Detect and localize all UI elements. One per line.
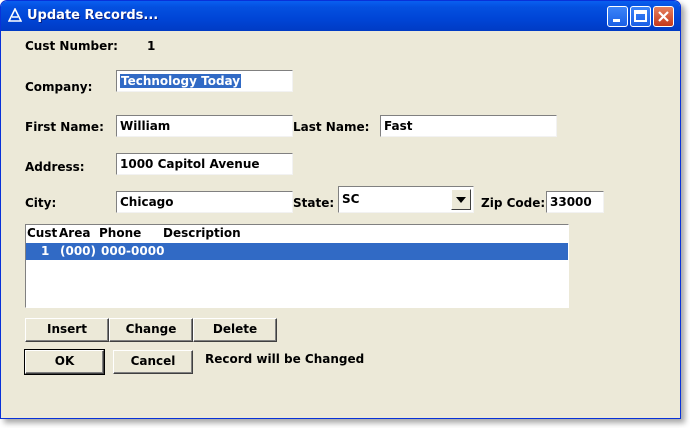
state-value: SC — [342, 192, 360, 206]
minimize-icon — [613, 19, 620, 22]
close-button[interactable] — [653, 6, 674, 27]
app-triangle-icon[interactable] — [7, 7, 23, 22]
maximize-icon — [634, 10, 647, 22]
row-cust: 1 — [41, 244, 50, 258]
company-field[interactable]: Technology Today — [116, 70, 293, 92]
list-item[interactable]: 1 (000) 000-0000 — [26, 243, 568, 260]
column-header-cust[interactable]: Cust — [27, 226, 57, 240]
address-label: Address: — [25, 160, 85, 174]
company-value: Technology Today — [120, 74, 242, 88]
update-records-dialog: Update Records... Cust Number: 1 Company… — [0, 0, 681, 419]
column-header-phone[interactable]: Phone — [99, 226, 141, 240]
close-icon — [658, 11, 669, 22]
minimize-button[interactable] — [607, 6, 628, 27]
chevron-down-icon — [456, 197, 466, 203]
cust-number-value: 1 — [147, 39, 156, 53]
column-header-area[interactable]: Area — [59, 226, 90, 240]
last-name-field[interactable]: Fast — [380, 115, 557, 137]
title-bar[interactable]: Update Records... — [1, 1, 680, 31]
row-area: (000) — [60, 244, 97, 258]
address-field[interactable]: 1000 Capitol Avenue — [116, 153, 293, 175]
ok-button[interactable]: OK — [24, 349, 105, 375]
phone-list[interactable]: Cust Area Phone Description 1 (000) 000-… — [25, 224, 569, 308]
column-header-description[interactable]: Description — [163, 226, 241, 240]
insert-button[interactable]: Insert — [25, 318, 109, 342]
first-name-field[interactable]: William — [116, 115, 293, 137]
city-field[interactable]: Chicago — [116, 191, 293, 213]
zip-code-field[interactable]: 33000 — [546, 191, 604, 213]
status-text: Record will be Changed — [205, 352, 365, 366]
cust-number-label: Cust Number: — [25, 39, 118, 53]
city-label: City: — [25, 196, 57, 210]
window-title: Update Records... — [27, 8, 159, 23]
last-name-label: Last Name: — [293, 120, 370, 134]
zip-code-label: Zip Code: — [481, 196, 546, 210]
state-label: State: — [293, 196, 335, 210]
company-label: Company: — [25, 80, 93, 94]
state-dropdown-button[interactable] — [451, 189, 471, 210]
change-button[interactable]: Change — [109, 318, 193, 342]
state-select[interactable]: SC — [338, 186, 474, 213]
first-name-label: First Name: — [25, 120, 104, 134]
cancel-button[interactable]: Cancel — [113, 350, 193, 374]
row-phone: 000-0000 — [101, 244, 165, 258]
maximize-button[interactable] — [630, 6, 651, 27]
delete-button[interactable]: Delete — [193, 318, 277, 342]
